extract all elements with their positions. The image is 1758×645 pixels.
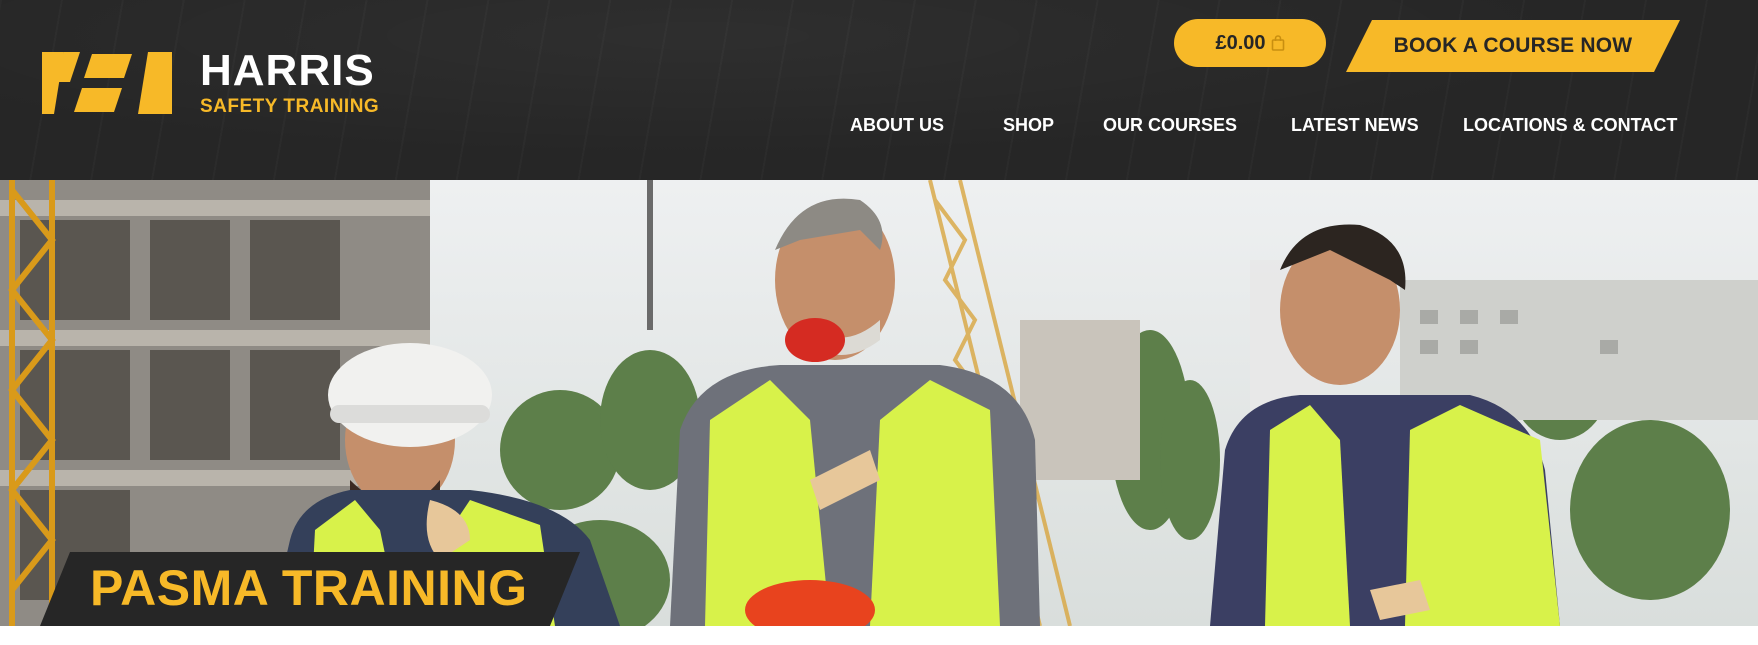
book-course-button[interactable]: BOOK A COURSE NOW <box>1346 20 1680 72</box>
main-nav: ABOUT US SHOP OUR COURSES LATEST NEWS LO… <box>0 112 1758 140</box>
nav-item-locations-contact[interactable]: LOCATIONS & CONTACT <box>1463 112 1677 138</box>
hero-title-badge: PASMA TRAINING <box>40 552 580 626</box>
shopping-bag-icon <box>1271 35 1285 51</box>
nav-item-shop[interactable]: SHOP <box>1003 112 1054 138</box>
page-title: PASMA TRAINING <box>90 560 528 616</box>
nav-item-latest-news[interactable]: LATEST NEWS <box>1291 112 1419 138</box>
harris-h-icon <box>42 52 172 114</box>
book-course-label: BOOK A COURSE NOW <box>1393 34 1633 57</box>
nav-item-our-courses[interactable]: OUR COURSES <box>1103 112 1237 138</box>
brand-name: HARRIS <box>200 46 375 95</box>
harris-logo[interactable]: HARRIS SAFETY TRAINING <box>42 46 412 120</box>
site-header: HARRIS SAFETY TRAINING £0.00 BOOK A COUR… <box>0 0 1758 180</box>
cart-button[interactable]: £0.00 <box>1174 19 1326 67</box>
nav-item-about-us[interactable]: ABOUT US <box>850 112 944 138</box>
cart-amount: £0.00 <box>1215 31 1266 54</box>
content-divider <box>0 626 1758 645</box>
